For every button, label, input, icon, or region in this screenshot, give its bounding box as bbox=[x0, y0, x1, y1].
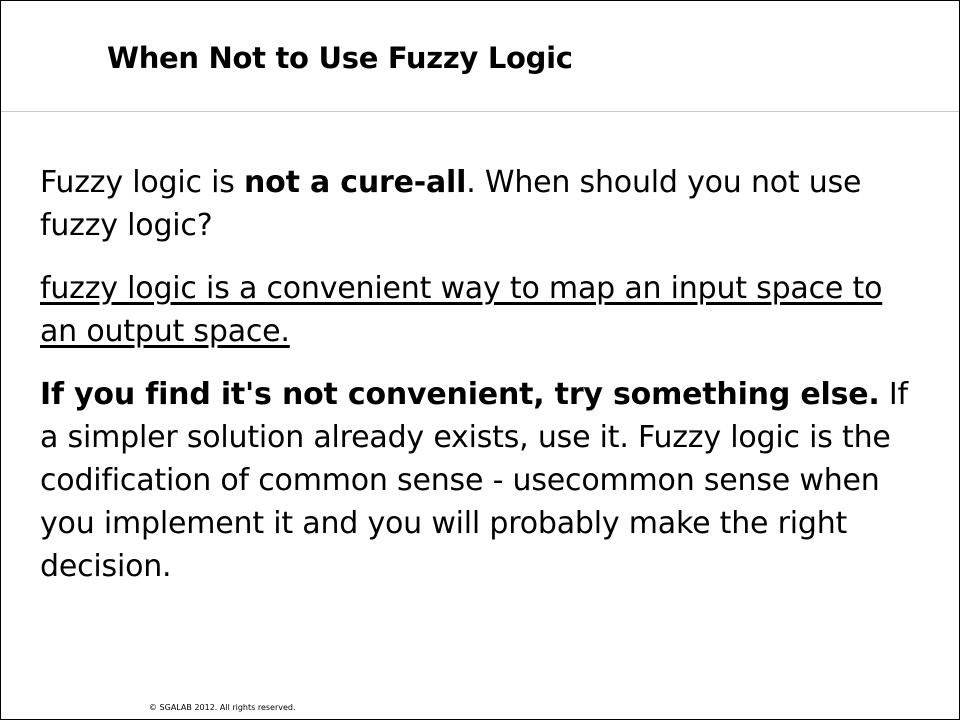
paragraph-advice: If you find it's not convenient, try som… bbox=[40, 373, 920, 588]
paragraph1-bold: not a cure-all bbox=[244, 165, 467, 200]
slide-body: Fuzzy logic is not a cure-all. When shou… bbox=[40, 161, 920, 588]
paragraph1-lead: Fuzzy logic is bbox=[40, 165, 245, 200]
slide: When Not to Use Fuzzy Logic Fuzzy logic … bbox=[0, 0, 960, 720]
title-area: When Not to Use Fuzzy Logic bbox=[1, 1, 959, 112]
paragraph-not-a-cure-all: Fuzzy logic is not a cure-all. When shou… bbox=[40, 161, 920, 247]
slide-title: When Not to Use Fuzzy Logic bbox=[107, 41, 573, 75]
paragraph3-bold: If you find it's not convenient, try som… bbox=[40, 377, 880, 412]
paragraph-definition: fuzzy logic is a convenient way to map a… bbox=[40, 271, 883, 349]
copyright-footer: © SGALAB 2012. All rights reserved. bbox=[149, 703, 296, 712]
